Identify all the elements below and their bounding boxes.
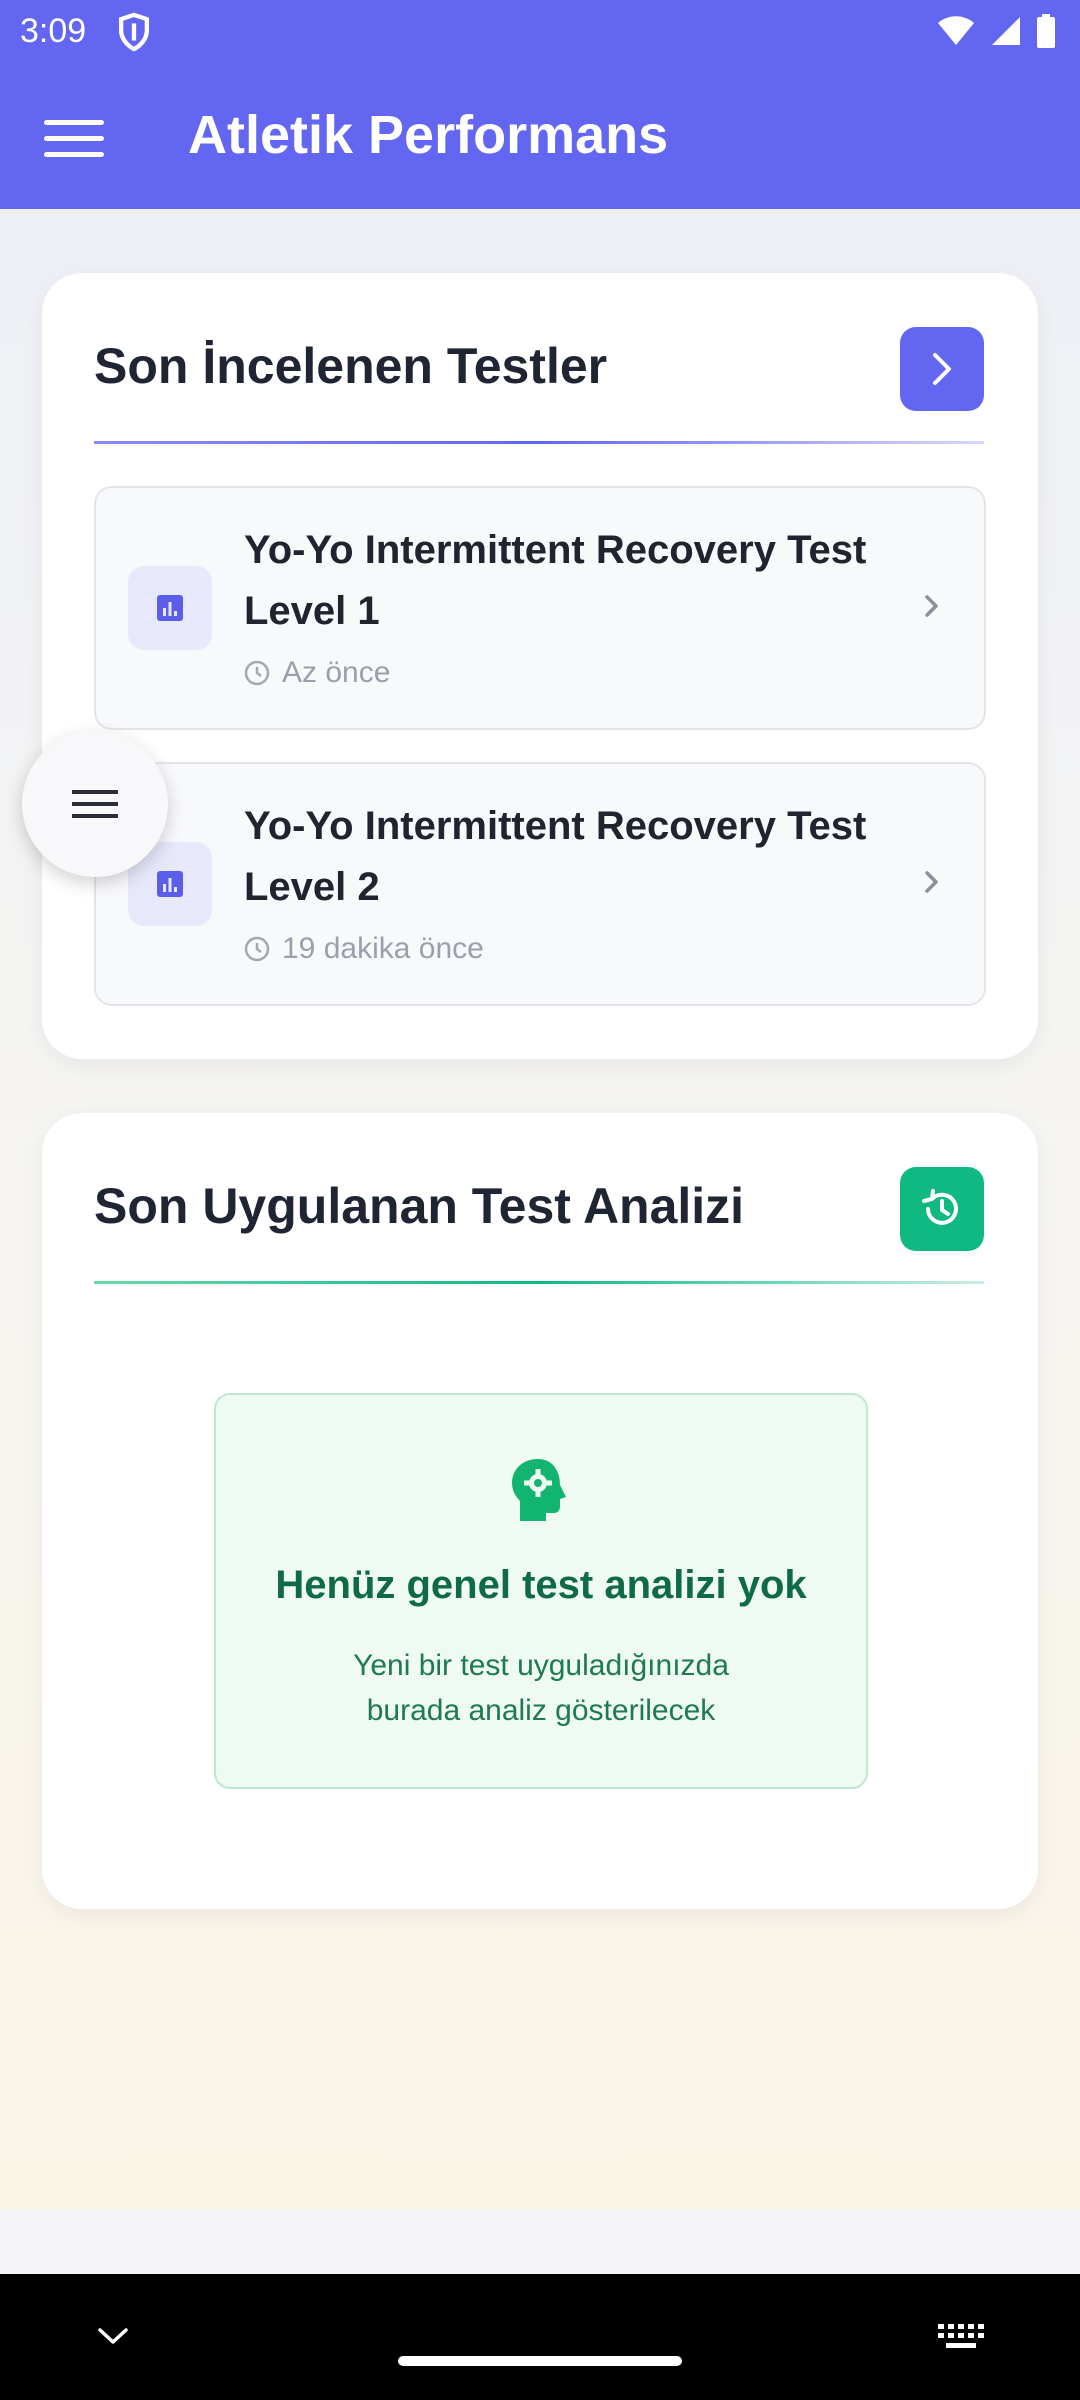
empty-analysis-box: Henüz genel test analizi yok Yeni bir te… [214, 1393, 868, 1789]
clock-icon [244, 936, 270, 962]
chart-icon [128, 566, 212, 650]
test-name: Yo-Yo Intermittent Recovery Test Level 2 [244, 804, 867, 909]
wifi-icon [938, 16, 974, 45]
psychology-icon [512, 1459, 566, 1521]
test-item-level-2[interactable]: Yo-Yo Intermittent Recovery Test Level 2… [94, 762, 986, 1006]
clock-icon [244, 660, 270, 686]
test-time: Az önce [244, 656, 390, 690]
chevron-down-icon[interactable] [96, 2326, 130, 2346]
menu-icon [72, 782, 118, 826]
battery-icon [1037, 14, 1055, 48]
floating-menu-button[interactable] [22, 731, 168, 877]
empty-analysis-line-2: burada analiz gösterilecek [366, 1694, 716, 1727]
analysis-card: Son Uygulanan Test Analizi Henüz genel t… [42, 1113, 1038, 1909]
history-icon [922, 1189, 958, 1225]
recent-tests-divider [94, 441, 984, 444]
empty-analysis-title: Henüz genel test analizi yok [275, 1563, 807, 1607]
status-bar: 3:09 [0, 0, 1080, 64]
empty-analysis-line-1: Yeni bir test uyguladığınızda [353, 1649, 729, 1682]
test-time: 19 dakika önce [244, 932, 484, 966]
status-time: 3:09 [20, 12, 87, 50]
chevron-right-icon [925, 871, 938, 893]
test-name: Yo-Yo Intermittent Recovery Test Level 1 [244, 528, 867, 633]
chevron-right-icon [933, 353, 951, 385]
view-all-tests-button[interactable] [900, 327, 984, 411]
signal-icon [992, 17, 1020, 45]
recent-tests-card: Son İncelenen Testler Yo-Yo Intermittent… [42, 273, 1038, 1059]
main-content: Son İncelenen Testler Yo-Yo Intermittent… [0, 209, 1080, 2209]
test-item-level-1[interactable]: Yo-Yo Intermittent Recovery Test Level 1… [94, 486, 986, 730]
empty-analysis-message: Yeni bir test uyguladığınızda burada ana… [216, 1643, 866, 1733]
recent-tests-title: Son İncelenen Testler [94, 338, 608, 394]
system-nav-bar [0, 2274, 1080, 2400]
menu-icon[interactable] [44, 120, 104, 160]
shield-icon [119, 12, 149, 52]
analysis-title: Son Uygulanan Test Analizi [94, 1178, 745, 1234]
keyboard-icon[interactable] [938, 2324, 984, 2350]
analysis-history-button[interactable] [900, 1167, 984, 1251]
bottom-strip [0, 2210, 1080, 2274]
app-title: Atletik Performans [188, 105, 669, 165]
analysis-divider [94, 1281, 984, 1284]
chevron-right-icon [925, 595, 938, 617]
app-bar: Atletik Performans [0, 64, 1080, 209]
status-icons [936, 14, 1056, 48]
test-time-label: Az önce [282, 656, 391, 689]
home-gesture-bar[interactable] [398, 2356, 682, 2366]
test-time-label: 19 dakika önce [282, 932, 484, 965]
